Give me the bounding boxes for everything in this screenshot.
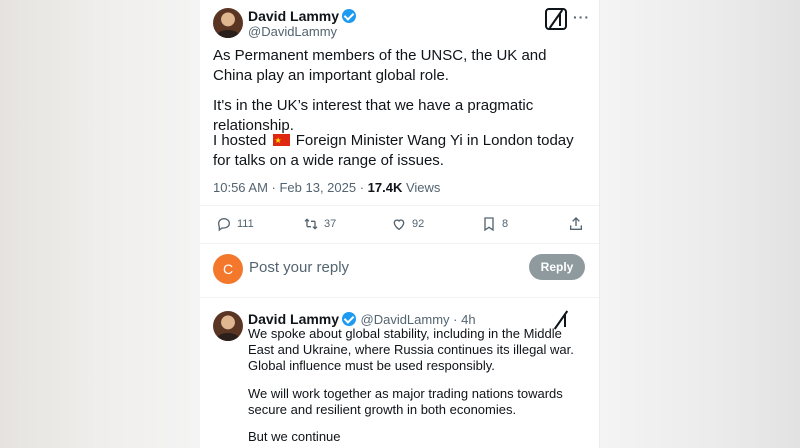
china-flag-icon [272, 131, 290, 151]
grok-icon[interactable] [545, 8, 567, 30]
repost-count: 37 [324, 218, 337, 230]
para3-prefix: I hosted [213, 132, 267, 149]
repost-action[interactable]: 37 [303, 216, 336, 232]
divider [200, 243, 599, 244]
tweet-panel: David Lammy @DavidLammy ··· As Permanent… [200, 0, 599, 448]
divider [200, 297, 599, 298]
views-label: Views [402, 180, 441, 195]
views-count: 17.4K [367, 180, 403, 195]
bookmark-icon [484, 217, 494, 232]
background-left [0, 0, 200, 448]
verified-badge-icon [342, 312, 357, 326]
repost-icon [304, 218, 318, 230]
tweet-meta: 10:56 AM · Feb 13, 2025 · 17.4K Views [213, 180, 440, 195]
tweet-text-paragraph-1: As Permanent members of the UNSC, the UK… [213, 47, 547, 84]
grok-icon[interactable] [552, 311, 568, 327]
divider [200, 205, 599, 206]
background-right [600, 0, 800, 448]
reply-author-avatar[interactable] [213, 311, 243, 341]
verified-badge-icon [342, 9, 357, 23]
tweet-text-paragraph-3: I hosted Foreign Minister Wang Yi in Lon… [213, 131, 588, 171]
share-icon [570, 217, 582, 230]
tweet-text-paragraph-2: It's in the UK’s interest that we have a… [213, 97, 534, 134]
author-name[interactable]: David Lammy [248, 8, 339, 24]
reply-button[interactable]: Reply [529, 254, 585, 280]
more-options-icon[interactable]: ··· [573, 9, 590, 25]
bookmark-count: 8 [502, 218, 509, 230]
reply-author-handle[interactable]: @DavidLammy [361, 312, 450, 327]
author-avatar[interactable] [213, 8, 243, 38]
reply-author-name[interactable]: David Lammy [248, 311, 339, 327]
author-handle[interactable]: @DavidLammy [248, 24, 337, 39]
timestamp[interactable]: 10:56 AM · Feb 13, 2025 · [213, 180, 368, 195]
reply-count: 111 [237, 218, 254, 230]
reply-icon [217, 217, 231, 232]
reply-text-paragraph-3: But we continue [248, 429, 341, 444]
like-action[interactable]: 92 [391, 216, 424, 232]
share-action[interactable] [568, 216, 584, 232]
reply-time[interactable]: · 4h [450, 312, 475, 327]
reply-action[interactable]: 111 [216, 216, 254, 232]
like-count: 92 [412, 218, 425, 230]
bookmark-action[interactable]: 8 [481, 216, 508, 232]
heart-icon [393, 219, 405, 231]
para3-rest: Foreign Minister Wang Yi in London today… [213, 132, 574, 169]
reply-text-paragraph-2: We will work together as major trading n… [248, 386, 563, 417]
reply-text-paragraph-1: We spoke about global stability, includi… [248, 326, 574, 373]
composer-avatar: C [213, 254, 243, 284]
reply-input[interactable]: Post your reply [249, 259, 349, 276]
